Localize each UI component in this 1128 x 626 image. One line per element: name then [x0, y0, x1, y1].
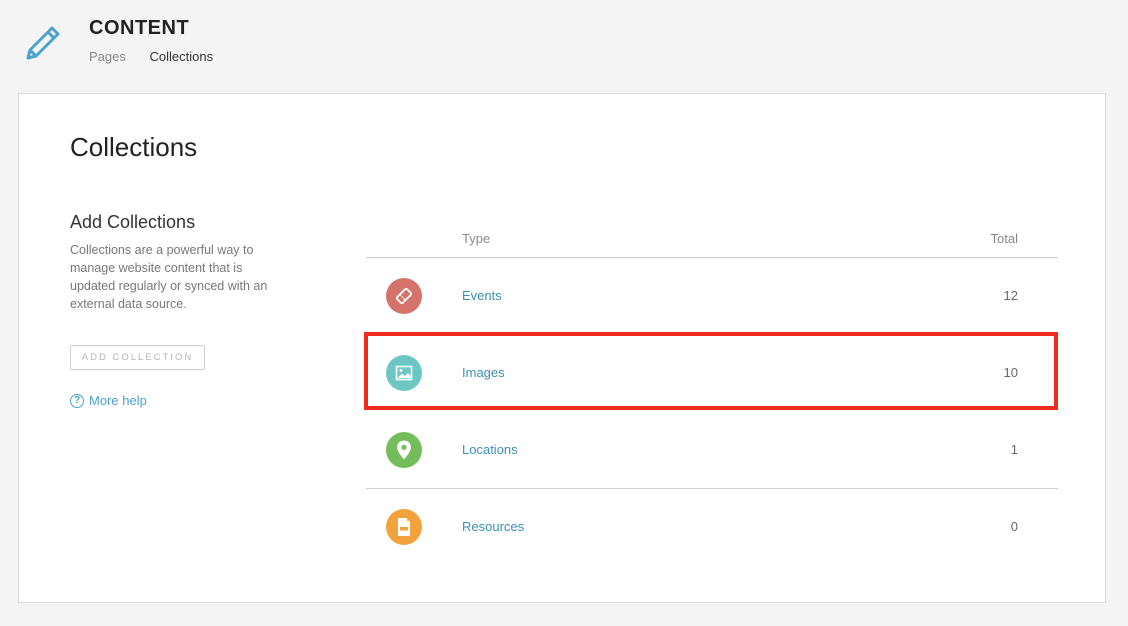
column-header-type: Type — [462, 231, 491, 246]
ticket-icon — [386, 278, 422, 314]
row-total-resources: 0 — [1010, 519, 1018, 534]
breadcrumb-collections[interactable]: Collections — [150, 49, 214, 64]
row-total-locations: 1 — [1010, 442, 1018, 457]
pdf-file-icon — [386, 509, 422, 545]
row-name-images[interactable]: Images — [462, 365, 505, 380]
image-icon — [386, 355, 422, 391]
table-row-events[interactable]: Events 12 — [366, 258, 1058, 335]
row-total-events: 12 — [1003, 288, 1018, 303]
add-collection-button[interactable]: ADD COLLECTION — [70, 345, 205, 370]
row-name-resources[interactable]: Resources — [462, 519, 524, 534]
table-header: Type Total — [366, 221, 1058, 258]
question-icon: ? — [70, 393, 84, 408]
content-card: Collections Add Collections Collections … — [18, 93, 1106, 603]
app-title: CONTENT — [89, 17, 190, 39]
pencil-icon — [26, 26, 60, 60]
more-help-label: More help — [89, 393, 147, 408]
add-collections-description: Collections are a powerful way to manage… — [70, 243, 268, 311]
page-title: Collections — [70, 132, 198, 162]
add-collections-title: Add Collections — [70, 212, 196, 232]
breadcrumb-pages[interactable]: Pages — [89, 49, 126, 64]
column-header-total: Total — [990, 231, 1018, 246]
row-name-locations[interactable]: Locations — [462, 442, 518, 457]
page-header: CONTENT Pages Collections — [0, 0, 1128, 93]
row-total-images: 10 — [1003, 365, 1018, 380]
breadcrumb: Pages Collections — [89, 49, 233, 64]
table-row-images[interactable]: Images 10 — [366, 335, 1058, 412]
more-help-link[interactable]: ? More help — [70, 393, 147, 408]
table-row-locations[interactable]: Locations 1 — [366, 412, 1058, 489]
location-pin-icon — [386, 432, 422, 468]
collections-table: Type Total Events 12 Images 10 Locations… — [366, 221, 1058, 566]
row-name-events[interactable]: Events — [462, 288, 502, 303]
table-row-resources[interactable]: Resources 0 — [366, 489, 1058, 566]
